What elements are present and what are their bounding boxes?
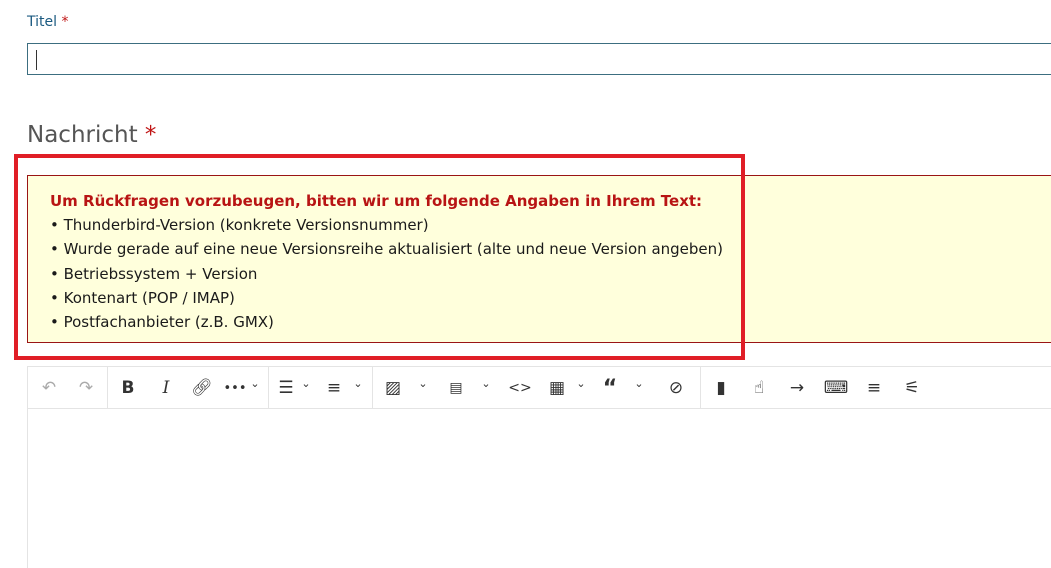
sliders-icon[interactable]: ⚟	[900, 376, 924, 400]
text-caret	[36, 50, 37, 70]
quote-icon[interactable]: “	[598, 376, 622, 401]
redo-icon[interactable]: ↷	[74, 376, 98, 400]
chevron-down-icon[interactable]: ⌄	[248, 377, 262, 390]
image-icon[interactable]: ▨	[381, 376, 405, 400]
notice-item: • Wurde gerade auf eine neue Versionsrei…	[50, 240, 724, 259]
chevron-down-icon[interactable]: ⌄	[299, 377, 313, 390]
book-icon[interactable]: ▮	[709, 376, 733, 400]
chevron-down-icon[interactable]: ⌄	[351, 377, 365, 390]
chevron-down-icon[interactable]: ⌄	[574, 377, 588, 390]
title-label-text: Titel	[27, 14, 58, 30]
keyboard-icon[interactable]: ⌨	[824, 376, 849, 400]
required-mark: *	[61, 14, 69, 30]
title-input[interactable]	[27, 43, 1051, 75]
notice-title: Um Rückfragen vorzubeugen, bitten wir um…	[50, 192, 703, 210]
align-icon[interactable]: ≡	[322, 376, 346, 400]
message-editor[interactable]	[27, 408, 1051, 568]
table-icon[interactable]: ▦	[545, 376, 569, 400]
notice-item: • Thunderbird-Version (konkrete Versions…	[50, 216, 429, 235]
divider	[107, 367, 108, 408]
lines-icon[interactable]: ≡	[862, 376, 886, 400]
notice-box: Um Rückfragen vorzubeugen, bitten wir um…	[27, 175, 1051, 343]
notice-item: • Kontenart (POP / IMAP)	[50, 288, 235, 307]
bulleted-list-icon[interactable]: ☰	[274, 376, 298, 400]
arrow-right-icon[interactable]: →	[785, 376, 809, 400]
message-heading: Nachricht *	[27, 122, 156, 148]
more-icon[interactable]: •••	[223, 376, 247, 400]
divider	[700, 367, 701, 408]
editor-toolbar: ↶ ↷ B I 🔗︎ ••• ⌄ ☰ ⌄ ≡ ⌄ ▨ ⌄ ▤ ⌄ <> ▦ ⌄ …	[27, 366, 1051, 409]
template-icon[interactable]: ▤	[444, 376, 468, 400]
chevron-down-icon[interactable]: ⌄	[416, 377, 430, 390]
notice-item: • Betriebssystem + Version	[50, 264, 258, 283]
hide-icon[interactable]: ⊘	[664, 376, 688, 400]
message-heading-text: Nachricht	[27, 122, 138, 148]
undo-icon[interactable]: ↶	[37, 376, 61, 400]
hand-icon[interactable]: ☝	[747, 376, 771, 400]
bold-icon[interactable]: B	[116, 376, 140, 400]
code-icon[interactable]: <>	[508, 376, 532, 400]
divider	[268, 367, 269, 408]
notice-item: • Postfachanbieter (z.B. GMX)	[50, 313, 274, 332]
required-mark: *	[144, 122, 157, 148]
divider	[372, 367, 373, 408]
chevron-down-icon[interactable]: ⌄	[479, 377, 493, 390]
chevron-down-icon[interactable]: ⌄	[632, 377, 646, 390]
link-icon[interactable]: 🔗︎	[190, 376, 214, 400]
italic-icon[interactable]: I	[154, 376, 178, 400]
title-label: Titel *	[27, 14, 68, 30]
